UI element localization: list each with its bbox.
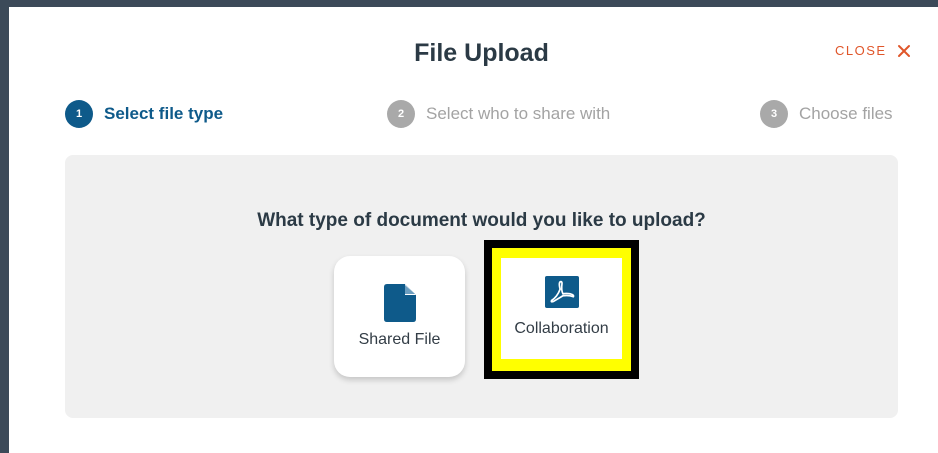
document-type-question: What type of document would you like to … bbox=[257, 210, 706, 231]
option-label: Shared File bbox=[358, 331, 441, 348]
file-upload-modal: File Upload CLOSE 1 Select file type 2 S… bbox=[9, 7, 938, 453]
document-icon bbox=[383, 284, 417, 322]
step-select-file-type[interactable]: 1 Select file type bbox=[65, 100, 223, 128]
close-label: CLOSE bbox=[835, 43, 887, 58]
modal-title: File Upload bbox=[414, 39, 549, 67]
step-number: 3 bbox=[760, 100, 788, 128]
stepper: 1 Select file type 2 Select who to share… bbox=[9, 100, 938, 130]
highlight-fill: Collaboration bbox=[492, 248, 631, 371]
step-label: Select who to share with bbox=[426, 104, 611, 123]
pdf-icon bbox=[544, 273, 579, 311]
highlight-frame: Collaboration bbox=[484, 240, 639, 379]
step-select-who-to-share[interactable]: 2 Select who to share with bbox=[387, 100, 610, 128]
document-type-panel: What type of document would you like to … bbox=[65, 155, 898, 418]
collaboration-option[interactable]: Collaboration bbox=[501, 258, 622, 359]
step-label: Choose files bbox=[799, 104, 893, 123]
step-number: 2 bbox=[387, 100, 415, 128]
step-number: 1 bbox=[65, 100, 93, 128]
step-choose-files[interactable]: 3 Choose files bbox=[760, 100, 893, 128]
close-button[interactable]: CLOSE bbox=[835, 43, 911, 58]
shared-file-option[interactable]: Shared File bbox=[334, 256, 465, 377]
close-x-icon bbox=[897, 44, 911, 58]
step-label: Select file type bbox=[104, 104, 224, 123]
option-label: Collaboration bbox=[514, 320, 609, 337]
